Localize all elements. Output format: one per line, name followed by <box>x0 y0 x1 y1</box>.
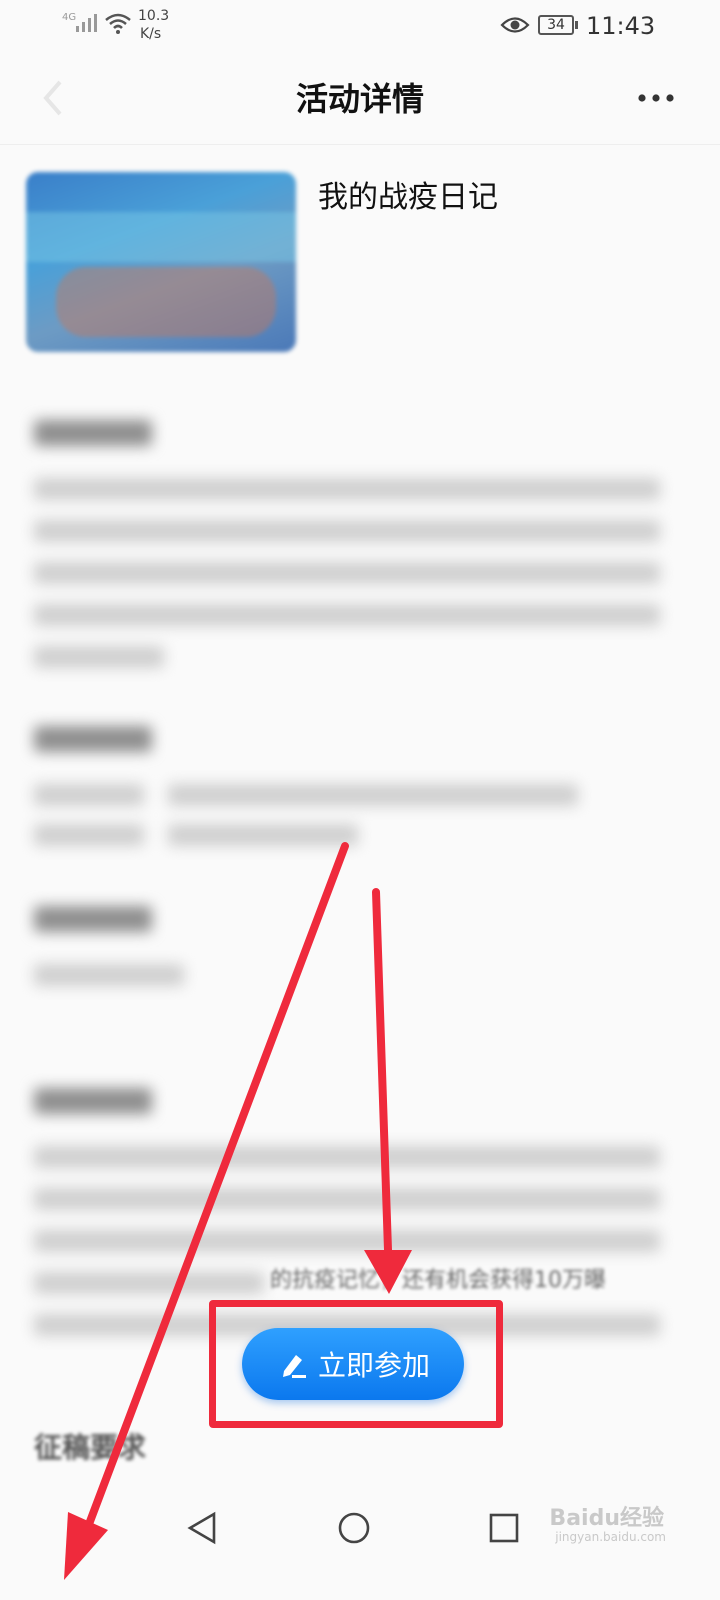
nav-back-icon[interactable] <box>186 1510 218 1546</box>
nav-home-icon[interactable] <box>336 1510 372 1546</box>
nav-recents-icon[interactable] <box>488 1512 520 1544</box>
annotation-arrows <box>64 842 412 1580</box>
baidu-watermark: Baidu经验 <box>549 1506 664 1531</box>
baidu-watermark-url: jingyan.baidu.com <box>555 1530 666 1544</box>
